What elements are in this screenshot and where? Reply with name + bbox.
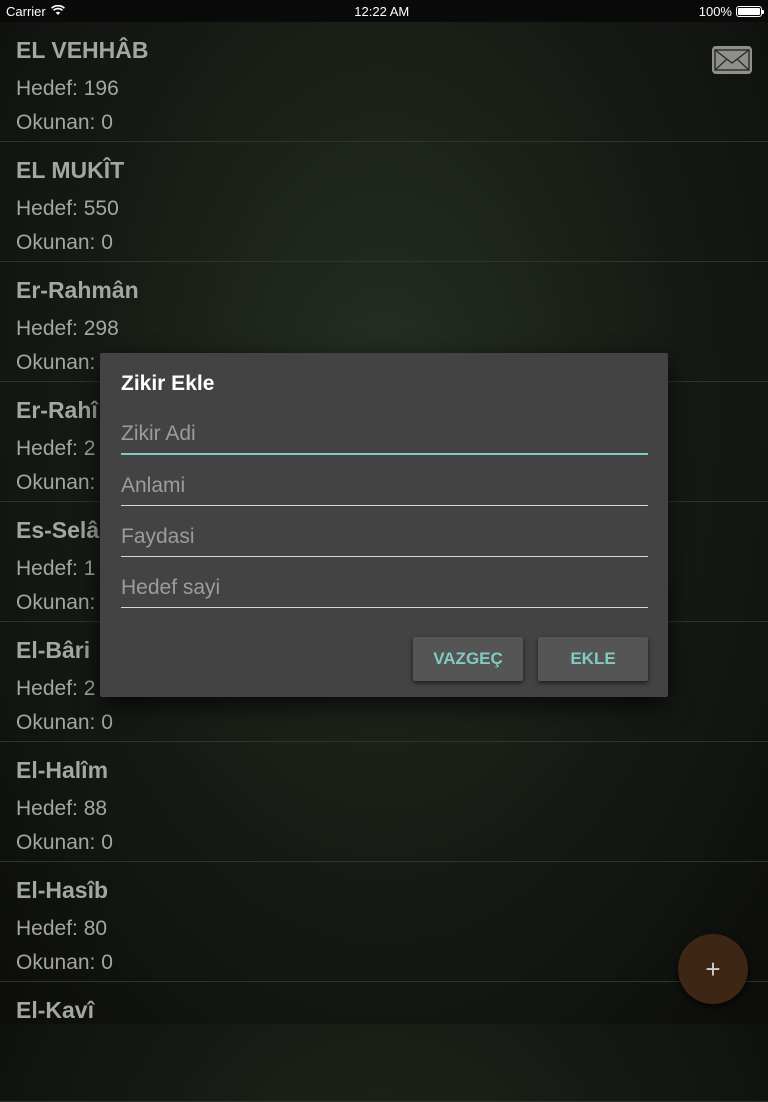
carrier-label: Carrier — [6, 3, 46, 19]
item-okunan: Okunan: 0 — [16, 711, 113, 734]
target-count-field[interactable] — [121, 569, 648, 608]
zikir-name-input[interactable] — [121, 415, 648, 453]
item-name: EL VEHHÂB — [16, 37, 149, 63]
item-name: El-Hasîb — [16, 877, 109, 903]
item-name: Er-Rahî — [16, 397, 98, 423]
item-okunan: Okunan: 0 — [16, 951, 113, 974]
list-item[interactable]: EL VEHHÂB Hedef: 196 Okunan: 0 — [0, 22, 768, 142]
item-name: Es-Selâ — [16, 517, 100, 543]
meaning-input[interactable] — [121, 467, 648, 505]
add-button[interactable]: EKLE — [538, 637, 648, 681]
mail-button[interactable] — [712, 46, 752, 74]
item-okunan: Okunan: 0 — [16, 111, 113, 134]
item-name: EL MUKÎT — [16, 157, 125, 183]
plus-icon: + — [705, 954, 721, 984]
list-item[interactable]: EL MUKÎT Hedef: 550 Okunan: 0 — [0, 142, 768, 262]
item-okunan: Okunan: 0 — [16, 231, 113, 254]
item-name: El-Kavî — [16, 997, 94, 1023]
list-item[interactable]: El-Hasîb Hedef: 80 Okunan: 0 — [0, 862, 768, 982]
item-name: Er-Rahmân — [16, 277, 139, 303]
target-count-input[interactable] — [121, 569, 648, 607]
meaning-field[interactable] — [121, 467, 648, 506]
cancel-button[interactable]: VAZGEÇ — [413, 637, 523, 681]
item-name: El-Bâri — [16, 637, 91, 663]
add-zikir-fab[interactable]: + — [678, 934, 748, 1004]
zikir-name-field[interactable] — [121, 415, 648, 455]
item-okunan: Okunan: 0 — [16, 831, 113, 854]
item-okunan: Okunan: — [16, 591, 96, 614]
item-hedef: Hedef: 196 — [16, 77, 119, 100]
item-hedef: Hedef: 550 — [16, 197, 119, 220]
add-zikir-dialog: Zikir Ekle VAZGEÇ EKLE — [100, 353, 668, 697]
status-bar: Carrier 12:22 AM 100% — [0, 0, 768, 22]
battery-percent: 100% — [698, 3, 732, 19]
dialog-title: Zikir Ekle — [121, 372, 215, 395]
clock: 12:22 AM — [354, 3, 410, 19]
envelope-icon — [714, 49, 750, 71]
item-hedef: Hedef: 2 — [16, 437, 96, 460]
item-hedef: Hedef: 298 — [16, 317, 119, 340]
list-item[interactable]: El-Kavî — [0, 982, 768, 1102]
item-name: El-Halîm — [16, 757, 109, 783]
benefit-input[interactable] — [121, 518, 648, 556]
item-hedef: Hedef: 2 — [16, 677, 96, 700]
item-hedef: Hedef: 88 — [16, 797, 108, 820]
list-item[interactable]: El-Halîm Hedef: 88 Okunan: 0 — [0, 742, 768, 862]
item-hedef: Hedef: 80 — [16, 917, 108, 940]
battery-icon — [735, 5, 764, 17]
item-hedef: Hedef: 1 — [16, 557, 96, 580]
item-okunan: Okunan: — [16, 351, 96, 374]
wifi-icon — [50, 4, 65, 19]
item-okunan: Okunan: — [16, 471, 96, 494]
benefit-field[interactable] — [121, 518, 648, 557]
